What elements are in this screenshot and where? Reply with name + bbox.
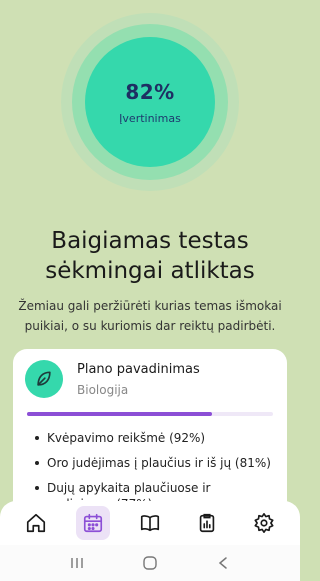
score-ring: 82% Įvertinimas	[72, 24, 228, 180]
plan-card-text: Plano pavadinimas Biologija	[77, 362, 200, 397]
topic-list: Kvėpavimo reikšmė (92%) Oro judėjimas į …	[13, 416, 287, 512]
result-title: Baigiamas testas sėkmingai atliktas	[45, 228, 255, 284]
score-core: 82% Įvertinimas	[85, 37, 215, 167]
recent-apps-icon[interactable]	[64, 553, 90, 573]
list-item: Oro judėjimas į plaučius ir iš jų (81%)	[35, 455, 275, 471]
book-icon[interactable]	[133, 506, 167, 540]
score-label: Įvertinimas	[119, 111, 181, 125]
report-icon[interactable]	[190, 506, 224, 540]
plan-subject: Biologija	[77, 382, 129, 397]
calendar-icon[interactable]	[76, 506, 111, 540]
score-circle: 82% Įvertinimas	[61, 13, 239, 191]
home-icon[interactable]	[19, 506, 53, 540]
home-button-icon[interactable]	[137, 553, 163, 573]
plan-card-header: Plano pavadinimas Biologija	[13, 349, 287, 398]
system-nav-bar	[0, 545, 300, 581]
bottom-nav	[0, 501, 300, 545]
plan-title: Plano pavadinimas	[77, 361, 200, 377]
result-description: Žemiau gali peržiūrėti kurias temas išmo…	[18, 299, 282, 333]
score-value: 82%	[125, 79, 175, 104]
list-item: Kvėpavimo reikšmė (92%)	[35, 430, 275, 446]
plan-progress-fill	[27, 412, 212, 416]
leaf-icon	[25, 360, 63, 398]
plan-progress-bar	[27, 412, 273, 416]
back-icon[interactable]	[210, 553, 236, 573]
gear-icon[interactable]	[247, 506, 281, 540]
